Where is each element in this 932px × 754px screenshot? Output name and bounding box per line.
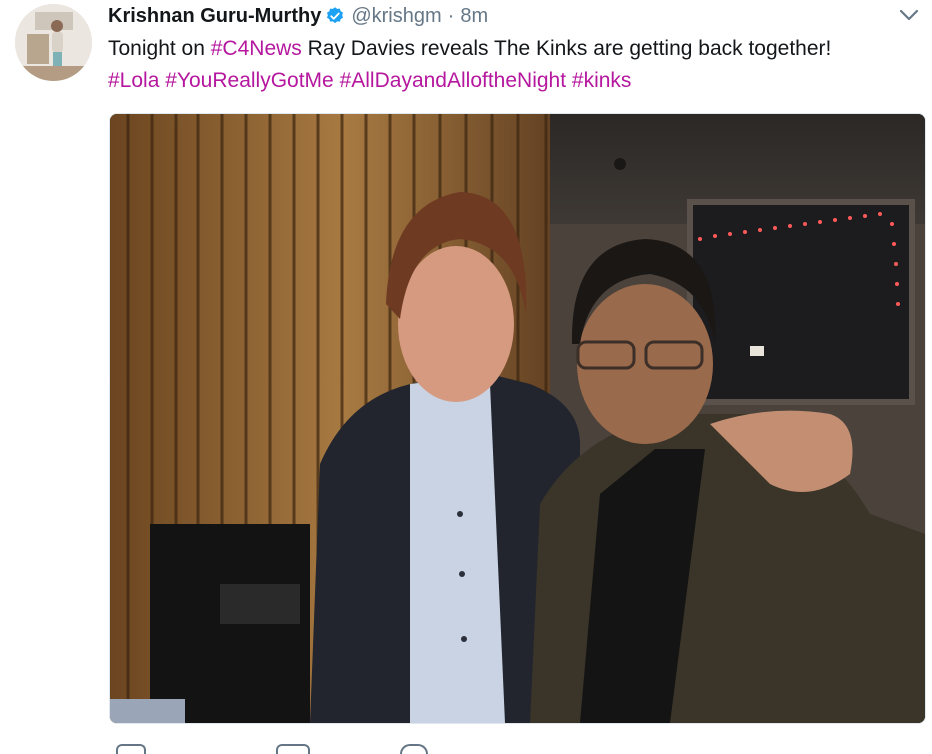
avatar-image: [15, 4, 92, 81]
chevron-down-icon[interactable]: [897, 6, 921, 24]
display-name[interactable]: Krishnan Guru-Murthy: [108, 5, 321, 28]
tweet-photo[interactable]: [109, 113, 926, 724]
heart-icon[interactable]: [400, 744, 428, 754]
hashtag-lola[interactable]: #Lola: [108, 69, 159, 92]
tweet-text: Tonight on #C4News Ray Davies reveals Th…: [108, 33, 908, 97]
tweet-actions: [108, 740, 708, 754]
handle[interactable]: @krishgm: [351, 5, 441, 28]
reply-icon[interactable]: [116, 744, 146, 754]
verified-badge-icon: [327, 7, 344, 24]
tweet: Krishnan Guru-Murthy @krishgm · 8m Tonig…: [0, 0, 932, 754]
photo-image: [110, 114, 925, 723]
tweet-text-part: Ray Davies reveals The Kinks are getting…: [301, 37, 832, 60]
hashtag-c4news[interactable]: #C4News: [211, 37, 302, 60]
tweet-header: Krishnan Guru-Murthy @krishgm · 8m: [108, 3, 488, 29]
tweet-text-part: Tonight on: [108, 37, 211, 60]
hashtag-kinks[interactable]: #kinks: [572, 69, 632, 92]
hashtag-alldayandallofthenight[interactable]: #AllDayandAlloftheNight: [340, 69, 566, 92]
hashtag-youreallygotme[interactable]: #YouReallyGotMe: [165, 69, 334, 92]
avatar[interactable]: [15, 4, 92, 81]
separator-dot: ·: [447, 4, 455, 27]
timestamp[interactable]: 8m: [460, 5, 488, 28]
retweet-icon[interactable]: [276, 744, 310, 754]
